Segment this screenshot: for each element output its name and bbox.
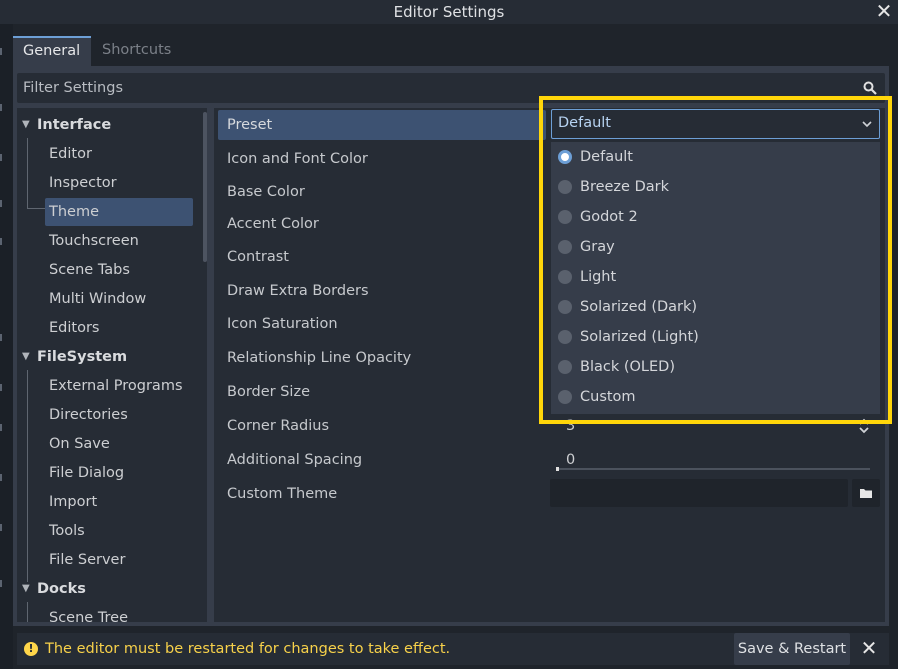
preset-option-custom[interactable]: Custom (551, 382, 880, 412)
close-icon[interactable]: ✕ (874, 0, 894, 24)
property-row-additional-spacing[interactable]: Additional Spacing 0 (218, 445, 880, 475)
tree-item-editors[interactable]: Editors (17, 314, 197, 342)
tree-item-scene-tabs[interactable]: Scene Tabs (17, 256, 197, 284)
tree-item-touchscreen[interactable]: Touchscreen (17, 227, 197, 255)
radio-unchecked-icon (558, 270, 572, 284)
slider-track[interactable] (556, 468, 870, 470)
radio-unchecked-icon (558, 180, 572, 194)
slider-grabber[interactable] (556, 467, 559, 471)
property-label: Icon and Font Color (227, 151, 368, 167)
tree-item-on-save[interactable]: On Save (17, 430, 197, 458)
preset-option-solarized-dark[interactable]: Solarized (Dark) (551, 292, 880, 322)
tree-item-file-server[interactable]: File Server (17, 546, 197, 574)
radio-unchecked-icon (558, 390, 572, 404)
custom-theme-field (550, 479, 880, 509)
window-title: Editor Settings (393, 3, 505, 21)
preset-option-black-oled[interactable]: Black (OLED) (551, 352, 880, 382)
preset-option-breeze-dark[interactable]: Breeze Dark (551, 172, 880, 202)
radio-unchecked-icon (558, 300, 572, 314)
tree-item-theme[interactable]: Theme (17, 198, 197, 226)
property-label: Additional Spacing (227, 452, 363, 468)
property-label: Icon Saturation (227, 316, 338, 332)
property-row-custom-theme[interactable]: Custom Theme (218, 479, 880, 509)
restart-warning-message: The editor must be restarted for changes… (45, 641, 451, 657)
property-label: Preset (218, 110, 546, 140)
preset-selected-value: Default (558, 115, 611, 131)
restart-warning-bar: ! The editor must be restarted for chang… (17, 633, 889, 665)
tree-item-editor[interactable]: Editor (17, 140, 197, 168)
preset-options-list: Default Breeze Dark Godot 2 Gray Light S… (551, 142, 880, 414)
radio-unchecked-icon (558, 240, 572, 254)
preset-option-gray[interactable]: Gray (551, 232, 880, 262)
preset-option-default[interactable]: Default (551, 142, 880, 172)
property-label: Custom Theme (227, 486, 338, 502)
chevron-down-icon[interactable]: ▼ (22, 575, 34, 603)
chevron-down-icon[interactable]: ▼ (22, 343, 34, 371)
settings-category-tree: ▼ Interface Editor Inspector Theme Touch… (17, 108, 207, 622)
preset-option-light[interactable]: Light (551, 262, 880, 292)
custom-theme-path-input[interactable] (550, 479, 848, 507)
chevron-down-icon[interactable]: ▼ (22, 111, 34, 139)
radio-checked-icon (558, 150, 572, 164)
tree-item-external-programs[interactable]: External Programs (17, 372, 197, 400)
preset-option-solarized-light[interactable]: Solarized (Light) (551, 322, 880, 352)
additional-spacing-slider[interactable]: 0 (550, 445, 880, 475)
preset-option-godot-2[interactable]: Godot 2 (551, 202, 880, 232)
tree-item-file-dialog[interactable]: File Dialog (17, 459, 197, 487)
warning-icon: ! (24, 642, 38, 656)
tree-item-multi-window[interactable]: Multi Window (17, 285, 197, 313)
property-label: Base Color (227, 184, 305, 200)
search-icon[interactable] (863, 81, 877, 95)
save-and-restart-button[interactable]: Save & Restart (734, 633, 850, 665)
window-titlebar: Editor Settings ✕ (0, 0, 898, 24)
tab-bar: General Shortcuts (13, 36, 889, 66)
property-label: Draw Extra Borders (227, 283, 369, 299)
chevron-down-icon[interactable] (861, 119, 873, 129)
property-label: Corner Radius (227, 418, 330, 434)
tree-category-docks[interactable]: ▼ Docks (17, 575, 197, 603)
tree-item-inspector[interactable]: Inspector (17, 169, 197, 197)
property-label: Border Size (227, 384, 310, 400)
tree-category-filesystem[interactable]: ▼ FileSystem (17, 343, 197, 371)
tree-category-interface[interactable]: ▼ Interface (17, 111, 197, 139)
tree-item-tools[interactable]: Tools (17, 517, 197, 545)
additional-spacing-value: 0 (566, 452, 576, 468)
background-editor-edge (0, 24, 13, 669)
tab-general[interactable]: General (13, 36, 91, 66)
preset-dropdown-highlight: Default Default Breeze Dark Godot 2 Gray… (539, 96, 892, 424)
radio-unchecked-icon (558, 360, 572, 374)
tree-item-scene-tree[interactable]: Scene Tree (17, 604, 197, 622)
dismiss-warning-icon[interactable]: ✕ (857, 633, 881, 665)
tab-shortcuts[interactable]: Shortcuts (92, 36, 180, 66)
folder-icon[interactable] (852, 479, 880, 507)
preset-select[interactable]: Default (551, 109, 880, 139)
tree-item-directories[interactable]: Directories (17, 401, 197, 429)
property-label: Relationship Line Opacity (227, 350, 412, 366)
property-label: Accent Color (227, 216, 319, 232)
tree-scrollbar[interactable] (203, 112, 207, 262)
property-label: Contrast (227, 249, 289, 265)
radio-unchecked-icon (558, 210, 572, 224)
tree-item-import[interactable]: Import (17, 488, 197, 516)
radio-unchecked-icon (558, 330, 572, 344)
